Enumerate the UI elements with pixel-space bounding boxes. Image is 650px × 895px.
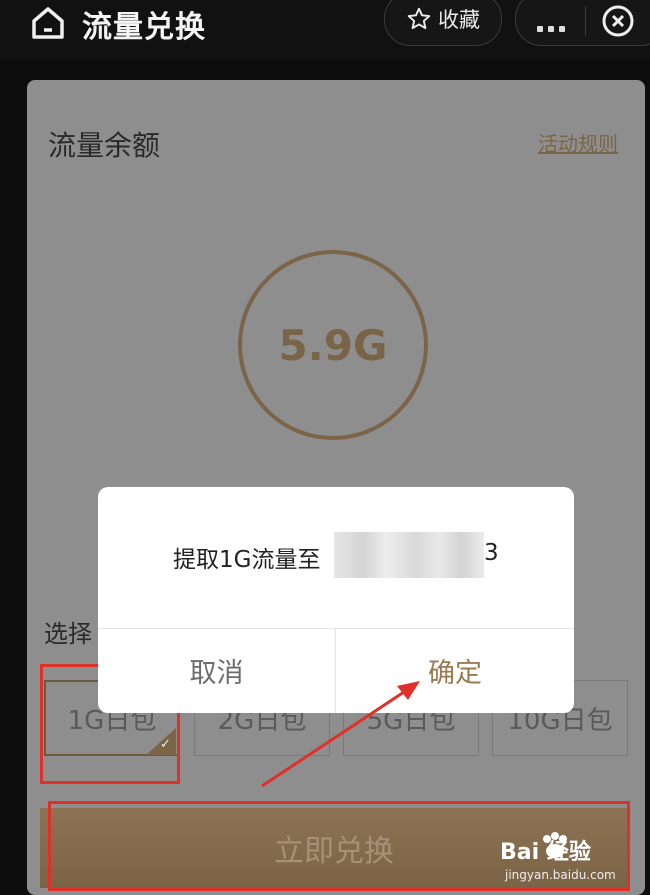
annotation-arrow-icon xyxy=(261,681,420,788)
watermark-url: jingyan.baidu.com xyxy=(505,868,616,882)
watermark-brand: Bai 经验 xyxy=(500,840,591,865)
